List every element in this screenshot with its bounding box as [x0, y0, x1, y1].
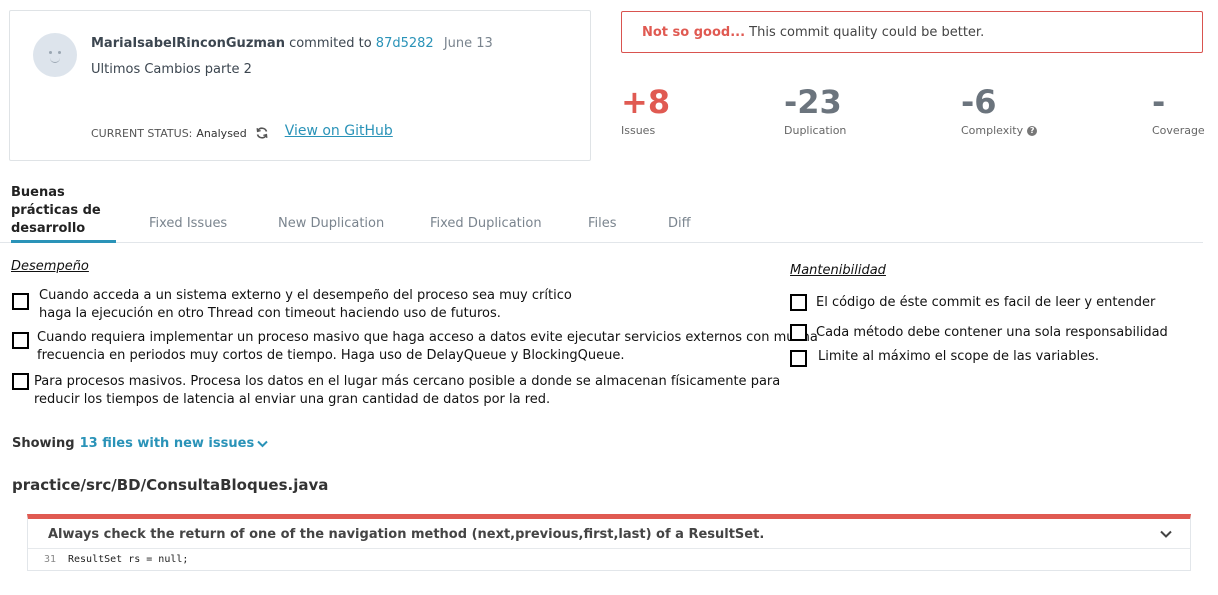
checklist-text: El código de éste commit es facil de lee… — [816, 295, 1156, 310]
showing-label: Showing — [12, 436, 75, 451]
checklist-text: Cuando requiera implementar un proceso m… — [37, 330, 818, 363]
status-label: CURRENT STATUS: — [91, 126, 193, 140]
metric-complexity-label: Complexity? — [961, 124, 1038, 137]
commit-author[interactable]: MariaIsabelRinconGuzman — [91, 36, 285, 51]
metric-issues-value: +8 — [621, 83, 671, 121]
metric-complexity[interactable]: -6 Complexity? — [961, 83, 1038, 137]
metric-coverage-value: - — [1152, 83, 1166, 121]
checkbox[interactable] — [790, 350, 807, 367]
avatar-eye-left — [49, 51, 52, 54]
section-mantenibilidad-title: Mantenibilidad — [790, 263, 886, 278]
quality-text: This commit quality could be better. — [745, 25, 985, 40]
issue-header[interactable]: Always check the return of one of the na… — [28, 519, 1190, 549]
metric-duplication-label: Duplication — [784, 124, 847, 137]
chevron-down-icon[interactable] — [1160, 530, 1172, 538]
issue-card: Always check the return of one of the na… — [27, 514, 1191, 571]
refresh-icon[interactable] — [255, 126, 269, 140]
metric-coverage[interactable]: - Coverage — [1152, 84, 1205, 137]
metric-coverage-label: Coverage — [1152, 124, 1205, 137]
tab-diff[interactable]: Diff — [668, 216, 691, 231]
checkbox[interactable] — [790, 324, 807, 341]
checklist-item: Cada método debe contener una sola respo… — [790, 324, 1168, 342]
tab-new-duplication[interactable]: New Duplication — [278, 216, 384, 231]
metric-complexity-value: -6 — [961, 83, 997, 121]
tab-fixed-issues[interactable]: Fixed Issues — [149, 216, 227, 231]
line-number: 31 — [43, 554, 56, 565]
status-value: Analysed — [196, 126, 247, 140]
files-filter-dropdown[interactable]: 13 files with new issues — [80, 436, 255, 451]
checklist-item: El código de éste commit es facil de lee… — [790, 294, 1155, 312]
status-row: CURRENT STATUS: Analysed View on GitHub — [91, 123, 393, 141]
checkbox[interactable] — [12, 293, 29, 310]
checklist-item: Limite al máximo el scope de las variabl… — [790, 348, 1099, 367]
commit-line: MariaIsabelRinconGuzman commited to 87d5… — [91, 36, 493, 51]
checklist-text: Para procesos masivos. Procesa los datos… — [34, 374, 781, 407]
commit-hash-link[interactable]: 87d5282 — [376, 36, 434, 51]
avatar — [33, 33, 77, 77]
avatar-mouth — [50, 58, 60, 63]
checklist-text: Cuando acceda a un sistema externo y el … — [39, 288, 572, 321]
code-text: ResultSet rs = null; — [68, 554, 189, 565]
quality-status: Not so good... — [642, 25, 746, 40]
file-path[interactable]: practice/src/BD/ConsultaBloques.java — [12, 476, 328, 494]
checklist-item: Cuando acceda a un sistema externo y el … — [12, 287, 572, 323]
quality-banner: Not so good... This commit quality could… — [621, 11, 1203, 53]
checklist-item: Cuando requiera implementar un proceso m… — [12, 329, 818, 365]
metric-issues[interactable]: +8 Issues — [621, 84, 670, 137]
checkbox[interactable] — [12, 332, 29, 349]
commit-date: June 13 — [443, 36, 493, 51]
tab-buenas-practicas[interactable]: Buenas prácticas de desarrollo — [11, 184, 116, 243]
avatar-eye-right — [58, 51, 61, 54]
metric-duplication[interactable]: -23 Duplication — [784, 84, 846, 137]
help-icon[interactable]: ? — [1027, 125, 1038, 136]
commit-message: Ultimos Cambios parte 2 — [91, 62, 252, 77]
checklist-text: Limite al máximo el scope de las variabl… — [818, 349, 1099, 364]
checkbox[interactable] — [790, 294, 807, 311]
tab-bar: Buenas prácticas de desarrollo Fixed Iss… — [0, 184, 1203, 243]
tab-files[interactable]: Files — [588, 216, 617, 231]
section-desempeno-title: Desempeño — [11, 259, 89, 274]
tab-fixed-duplication[interactable]: Fixed Duplication — [430, 216, 542, 231]
commit-card: MariaIsabelRinconGuzman commited to 87d5… — [9, 10, 591, 161]
metric-issues-label: Issues — [621, 124, 656, 137]
showing-filter: Showing 13 files with new issues — [12, 436, 268, 451]
code-line: 31 ResultSet rs = null; — [28, 549, 1190, 570]
commit-verb: commited to — [284, 36, 376, 51]
chevron-down-icon[interactable] — [257, 440, 268, 448]
checklist-item: Para procesos masivos. Procesa los datos… — [12, 373, 780, 409]
view-on-github-link[interactable]: View on GitHub — [285, 123, 393, 139]
issue-title: Always check the return of one of the na… — [48, 527, 765, 542]
metric-duplication-value: -23 — [784, 83, 842, 121]
checklist-text: Cada método debe contener una sola respo… — [816, 325, 1168, 340]
checkbox[interactable] — [12, 373, 29, 390]
